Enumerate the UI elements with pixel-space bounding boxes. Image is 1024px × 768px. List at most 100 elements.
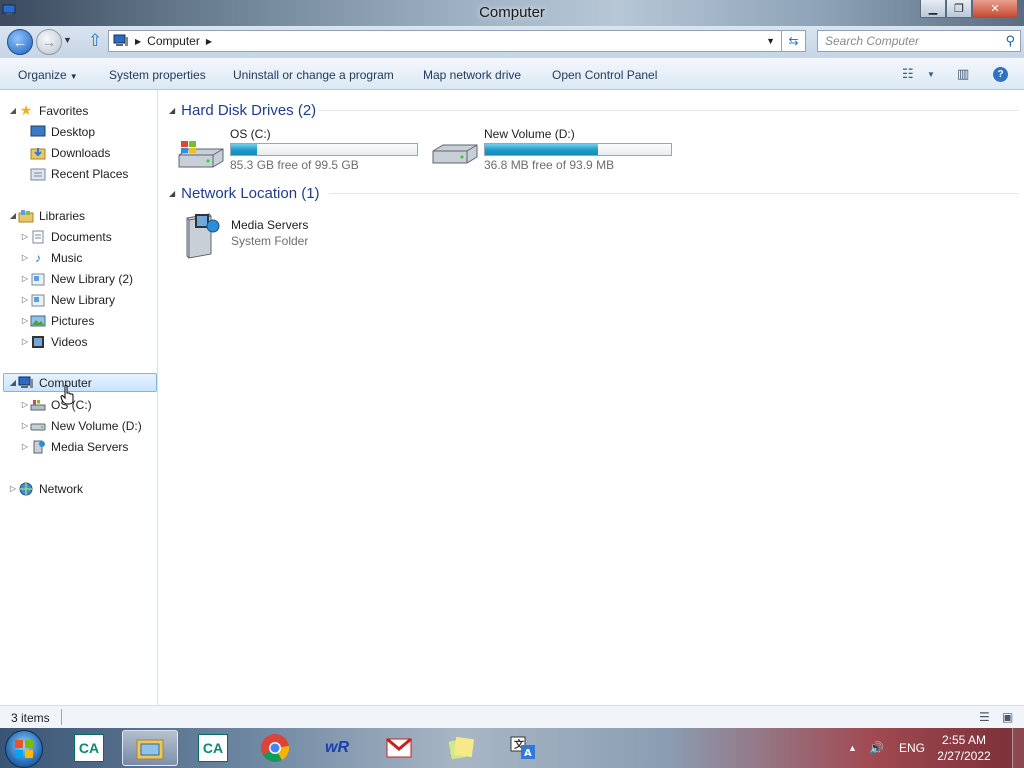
chevron-right-icon[interactable]: ▶ <box>135 37 141 46</box>
nav-favorites[interactable]: ◢ ★ Favorites <box>8 101 88 120</box>
language-indicator[interactable]: ENG <box>899 728 925 768</box>
collapsed-triangle-icon[interactable]: ▷ <box>20 253 30 262</box>
network-location-media-servers[interactable]: Media Servers System Folder <box>181 213 381 262</box>
hard-drive-icon <box>432 144 478 164</box>
collapse-group-icon[interactable]: ◢ <box>169 106 175 115</box>
maximize-button[interactable]: ❐ <box>946 0 972 18</box>
expanded-triangle-icon[interactable]: ◢ <box>8 211 18 220</box>
credit-agricole-icon: CA <box>74 734 104 762</box>
refresh-icon: ⇆ <box>788 34 799 48</box>
wr-icon: wR <box>325 739 349 756</box>
forward-button[interactable]: → <box>36 29 62 55</box>
taskbar: CA CA wR 文A ▲ 🔊 ENG 2:55 AM 2/27/2022 <box>0 728 1024 768</box>
search-icon[interactable]: ⚲ <box>1005 33 1015 49</box>
change-view-icon[interactable]: ☷ <box>902 66 914 82</box>
large-icons-view-icon[interactable]: ▣ <box>1002 710 1013 724</box>
collapsed-triangle-icon[interactable]: ▷ <box>20 274 30 283</box>
collapsed-triangle-icon[interactable]: ▷ <box>20 421 30 430</box>
collapsed-triangle-icon[interactable]: ▷ <box>20 400 30 409</box>
collapsed-triangle-icon[interactable]: ▷ <box>20 295 30 304</box>
nav-pictures-label: Pictures <box>51 313 95 328</box>
details-view-icon[interactable]: ☰ <box>979 710 990 724</box>
chevron-right-icon[interactable]: ▶ <box>206 37 212 46</box>
start-button[interactable] <box>5 730 43 768</box>
show-hidden-icons-button[interactable]: ▲ <box>848 728 857 768</box>
nav-desktop[interactable]: Desktop <box>30 122 95 141</box>
collapsed-triangle-icon[interactable]: ▷ <box>20 232 30 241</box>
expanded-triangle-icon[interactable]: ◢ <box>8 106 18 115</box>
taskbar-credit-agricole[interactable]: CA <box>61 730 117 766</box>
taskbar-translate[interactable]: 文A <box>495 730 551 766</box>
nav-new-volume-d[interactable]: ▷ New Volume (D:) <box>20 416 142 435</box>
folder-icon <box>135 734 165 762</box>
refresh-button[interactable]: ⇆ <box>781 30 805 52</box>
window-controls: ▁ ❐ ✕ <box>920 0 1018 18</box>
taskbar-credit-agricole-2[interactable]: CA <box>185 730 241 766</box>
breadcrumb-computer[interactable]: Computer <box>147 34 200 48</box>
taskbar-chrome[interactable] <box>247 730 303 766</box>
nav-new-library-2[interactable]: ▷ New Library (2) <box>20 269 133 288</box>
star-icon: ★ <box>19 102 33 118</box>
close-button[interactable]: ✕ <box>972 0 1018 18</box>
expanded-triangle-icon[interactable]: ◢ <box>8 378 18 387</box>
taskbar-windows-explorer[interactable] <box>122 730 178 766</box>
uninstall-program-button[interactable]: Uninstall or change a program <box>233 68 394 82</box>
nav-new-library-2-label: New Library (2) <box>51 271 134 286</box>
recent-pages-dropdown[interactable]: ▼ <box>63 35 72 45</box>
nav-documents[interactable]: ▷ Documents <box>20 227 112 246</box>
system-properties-button[interactable]: System properties <box>109 68 206 82</box>
clock-time: 2:55 AM <box>941 733 987 747</box>
nav-downloads[interactable]: Downloads <box>30 143 110 162</box>
drive-new-volume-d[interactable]: New Volume (D:) 36.8 MB free of 93.9 MB <box>431 127 676 177</box>
organize-menu[interactable]: Organize ▼ <box>18 68 78 82</box>
arrow-up-icon: ⇧ <box>88 31 103 50</box>
help-icon[interactable]: ? <box>993 67 1008 82</box>
nav-media-servers-label: Media Servers <box>51 439 129 454</box>
collapsed-triangle-icon[interactable]: ▷ <box>20 316 30 325</box>
group-header-network-location[interactable]: ◢ Network Location (1) <box>169 183 320 203</box>
volume-icon[interactable]: 🔊 <box>869 728 884 768</box>
content-pane: ◢ Hard Disk Drives (2) OS (C:) 85.3 GB f… <box>159 90 1024 705</box>
view-options-dropdown[interactable]: ▼ <box>927 70 935 79</box>
search-input[interactable] <box>818 31 998 51</box>
collapsed-triangle-icon[interactable]: ▷ <box>20 337 30 346</box>
show-desktop-button[interactable] <box>1012 728 1024 768</box>
collapse-group-icon[interactable]: ◢ <box>169 189 175 198</box>
collapsed-triangle-icon[interactable]: ▷ <box>8 484 18 493</box>
address-dropdown-icon[interactable]: ▼ <box>766 36 775 46</box>
minimize-button[interactable]: ▁ <box>920 0 946 18</box>
collapsed-triangle-icon[interactable]: ▷ <box>20 442 30 451</box>
nav-os-c[interactable]: ▷ OS (C:) <box>20 395 92 414</box>
preview-pane-icon[interactable]: ▥ <box>957 66 969 82</box>
nav-new-library[interactable]: ▷ New Library <box>20 290 115 309</box>
windows-logo-icon <box>15 740 33 758</box>
drive-usage-fill <box>485 144 599 155</box>
open-control-panel-button[interactable]: Open Control Panel <box>552 68 657 82</box>
taskbar-sticky-notes[interactable] <box>433 730 489 766</box>
nav-media-servers[interactable]: ▷ Media Servers <box>20 437 128 456</box>
nav-computer[interactable]: ◢ Computer <box>3 373 157 392</box>
gmail-icon <box>384 734 414 762</box>
nav-videos-label: Videos <box>51 334 88 349</box>
nav-pictures[interactable]: ▷ Pictures <box>20 311 94 330</box>
libraries-icon <box>18 209 34 223</box>
clock-date: 2/27/2022 <box>937 749 991 763</box>
nav-recent-places[interactable]: Recent Places <box>30 164 128 183</box>
group-header-hard-disk-drives[interactable]: ◢ Hard Disk Drives (2) <box>169 100 316 120</box>
nav-music[interactable]: ▷ ♪ Music <box>20 248 82 267</box>
taskbar-gmail[interactable] <box>371 730 427 766</box>
group-divider <box>319 110 1019 111</box>
back-button[interactable]: ← <box>7 29 33 55</box>
clock[interactable]: 2:55 AM 2/27/2022 <box>928 732 1000 764</box>
search-box[interactable]: ⚲ <box>817 30 1021 52</box>
taskbar-wr-app[interactable]: wR <box>309 730 365 766</box>
up-button[interactable]: ⇧ <box>88 31 102 51</box>
address-bar[interactable]: ▶ Computer ▶ ▼ ⇆ <box>108 30 806 52</box>
network-icon <box>18 482 34 496</box>
nav-videos[interactable]: ▷ Videos <box>20 332 88 351</box>
nav-network[interactable]: ▷ Network <box>8 479 83 498</box>
group-title: Network Location (1) <box>181 184 320 202</box>
drive-os-c[interactable]: OS (C:) 85.3 GB free of 99.5 GB <box>177 127 422 177</box>
map-network-drive-button[interactable]: Map network drive <box>423 68 521 82</box>
nav-libraries[interactable]: ◢ Libraries <box>8 206 85 225</box>
